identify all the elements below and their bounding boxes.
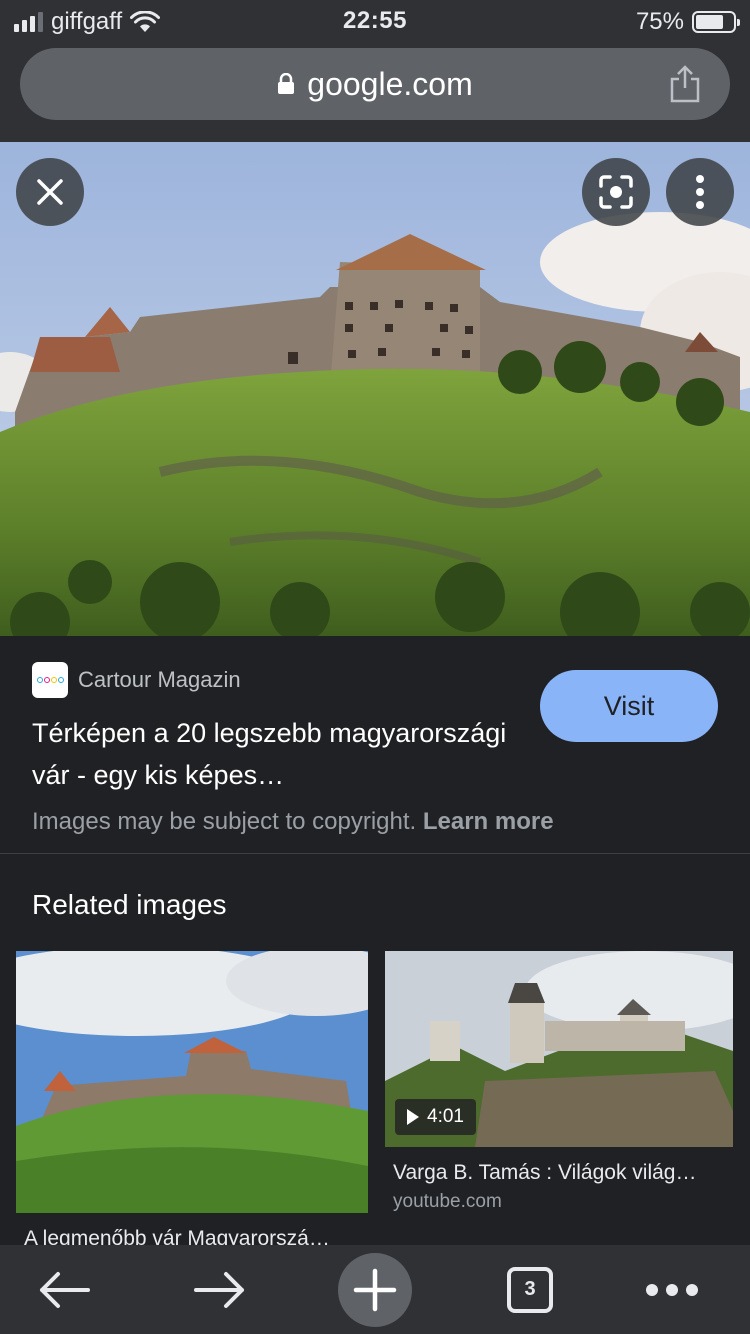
result-title[interactable]: Térképen a 20 legszebb magyarországi vár… [32,712,532,796]
related-video-source: youtube.com [393,1191,502,1212]
status-bar: giffgaff 22:55 75% [0,0,750,42]
more-vertical-icon [696,175,704,209]
source-row[interactable]: Cartour Magazin [32,662,241,698]
close-button[interactable] [16,158,84,226]
url-text: google.com [307,65,473,102]
visit-button[interactable]: Visit [540,670,718,742]
plus-icon [353,1268,397,1311]
tab-count: 3 [507,1266,553,1313]
main-image[interactable] [0,142,750,636]
tab-switcher-button[interactable]: 3 [500,1245,560,1334]
related-image-card[interactable]: A legmenőbb vár Magyarorszá… [16,951,368,1251]
related-images-heading: Related images [32,889,227,920]
forward-button[interactable] [180,1245,260,1334]
battery-percent: 75% [635,8,684,35]
share-icon[interactable] [668,64,702,104]
menu-button[interactable] [640,1245,704,1334]
related-video-card[interactable]: 4:01 Varga B. Tamás : Világok világ… you… [385,951,733,1213]
related-image-thumbnail [16,951,368,1213]
play-icon [407,1109,419,1125]
more-options-button[interactable] [666,158,734,226]
copyright-text: Images may be subject to copyright. [32,808,417,835]
browser-header: google.com [0,42,750,142]
video-duration: 4:01 [427,1106,464,1127]
bottom-toolbar: 3 [0,1245,750,1334]
source-name: Cartour Magazin [78,667,241,692]
source-favicon-icon [32,662,68,698]
copyright-notice: Images may be subject to copyright. Lear… [32,808,554,836]
learn-more-link[interactable]: Learn more [423,808,554,835]
new-tab-button[interactable] [338,1245,412,1334]
address-bar[interactable]: google.com [20,48,730,120]
video-duration-badge: 4:01 [395,1099,476,1135]
more-horizontal-icon [646,1283,698,1296]
lens-button[interactable] [582,158,650,226]
back-arrow-icon [40,1271,90,1308]
battery-icon [692,11,740,33]
related-video-thumbnail: 4:01 [385,951,733,1147]
lens-icon [599,175,633,209]
result-info: Cartour Magazin Térképen a 20 legszebb m… [0,636,750,854]
related-video-title: Varga B. Tamás : Világok világ… [393,1161,697,1184]
back-button[interactable] [24,1245,104,1334]
lock-icon [278,73,295,94]
close-icon [37,179,63,205]
forward-arrow-icon [194,1271,244,1308]
